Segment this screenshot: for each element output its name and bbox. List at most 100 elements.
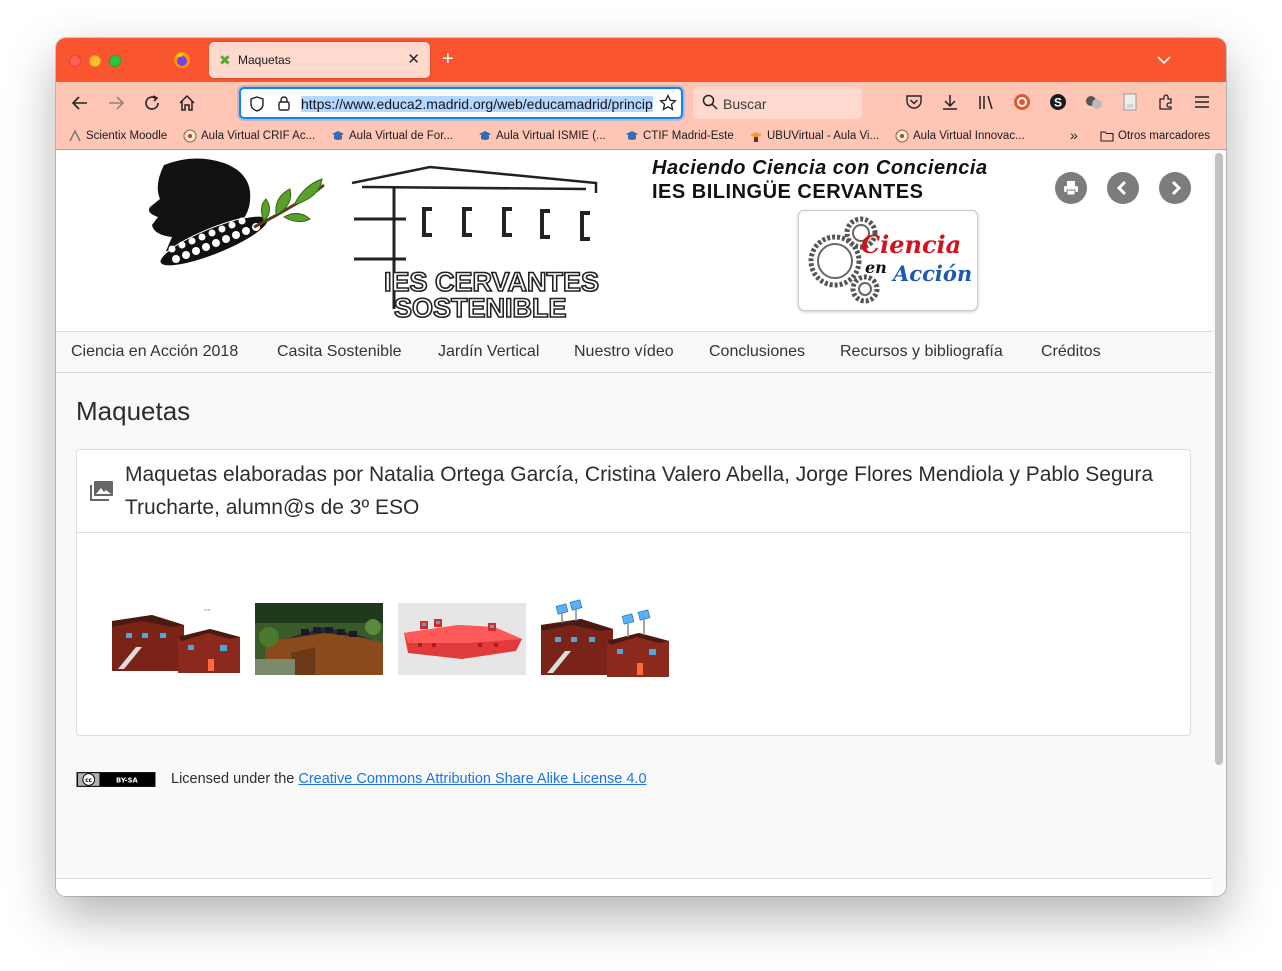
menu-item-casita-sostenible[interactable]: Casita Sostenible (277, 343, 402, 361)
bookmark-star-icon[interactable] (659, 94, 677, 112)
page-extension-button[interactable] (1119, 91, 1141, 113)
maqueta-photo (398, 603, 526, 675)
bookmark-other-folder[interactable]: Otros marcadores (1100, 129, 1210, 143)
downloads-button[interactable] (939, 91, 961, 113)
document-icon (1123, 93, 1137, 111)
previous-page-button[interactable] (1107, 172, 1139, 204)
menu-item-conclusiones[interactable]: Conclusiones (709, 343, 805, 361)
url-text[interactable]: https://www.educa2.madrid.org/web/educam… (301, 95, 653, 113)
page-content: IES CERVANTES SOSTENIBLE Haciendo Cienci… (56, 151, 1212, 896)
chevron-down-icon[interactable] (1154, 50, 1174, 70)
bookmark-scientix[interactable]: Scientix Moodle (68, 129, 167, 143)
menu-item-ciencia-accion[interactable]: Ciencia en Acción 2018 (71, 343, 238, 361)
lock-icon[interactable] (277, 95, 291, 112)
search-placeholder: Buscar (723, 96, 767, 112)
balls-extension-icon (1086, 96, 1102, 109)
close-tab-icon[interactable]: ✕ (407, 50, 420, 68)
license-prefix: Licensed under the (171, 771, 295, 787)
ies-cervantes-sostenible-logo[interactable]: IES CERVANTES SOSTENIBLE (346, 159, 646, 319)
thumbnail-maqueta-2[interactable] (255, 603, 383, 675)
menu-item-jardin-vertical[interactable]: Jardín Vertical (438, 343, 539, 361)
pocket-icon (906, 95, 922, 109)
thumbnail-maqueta-3[interactable] (398, 603, 526, 675)
scrollbar-thumb[interactable] (1215, 153, 1223, 765)
bookmark-ismie[interactable]: Aula Virtual ISMIE (... (478, 129, 606, 143)
duckduckgo-extension-button[interactable] (1011, 91, 1033, 113)
ciencia-en-accion-logo[interactable]: Ciencia en Acción (798, 210, 978, 311)
slogan-line2: IES BILINGÜE CERVANTES (652, 181, 924, 203)
forward-button[interactable] (104, 91, 128, 115)
minimize-window-button[interactable] (89, 55, 101, 67)
url-bar[interactable]: https://www.educa2.madrid.org/web/educam… (239, 87, 683, 119)
arrow-right-icon (109, 96, 125, 110)
navigation-toolbar: https://www.educa2.madrid.org/web/educam… (56, 82, 1226, 124)
graduation-cap-icon (479, 131, 491, 140)
back-button[interactable] (68, 91, 92, 115)
print-button[interactable] (1055, 172, 1087, 204)
license-link[interactable]: Creative Commons Attribution Share Alike… (298, 771, 646, 787)
search-bar[interactable]: Buscar (693, 87, 862, 119)
menu-item-creditos[interactable]: Créditos (1041, 343, 1101, 361)
site-menu: Ciencia en Acción 2018 Casita Sostenible… (56, 331, 1212, 373)
gallery-title: Maquetas elaboradas por Natalia Ortega G… (125, 463, 1153, 519)
bookmark-label: Scientix Moodle (86, 130, 168, 142)
library-button[interactable] (975, 91, 997, 113)
graduation-cap-icon (626, 131, 638, 140)
more-bookmarks-icon[interactable]: » (1070, 127, 1078, 143)
bookmark-ubuvirtual[interactable]: UBUVirtual - Aula Vi... (749, 129, 879, 143)
bookmark-label: Aula Virtual ISMIE (... (496, 130, 606, 142)
menu-item-recursos[interactable]: Recursos y bibliografía (840, 343, 1003, 361)
home-button[interactable] (175, 91, 199, 115)
thumbnail-maqueta-4[interactable] (541, 599, 669, 679)
shield-icon[interactable] (249, 96, 265, 112)
crif-icon (895, 129, 909, 143)
chevron-left-icon (1116, 180, 1127, 196)
tab-strip: ✖ Maquetas ✕ + (56, 38, 1226, 82)
bookmark-label: Aula Virtual Innovac... (913, 130, 1025, 142)
license-notice: cc BY-SA Licensed under the Creative Com… (76, 771, 647, 787)
folder-icon (1100, 131, 1114, 142)
svg-text:≈≈: ≈≈ (204, 607, 211, 612)
menu-button[interactable] (1191, 91, 1213, 113)
bookmark-label: Aula Virtual de For... (349, 130, 453, 142)
s-extension-button[interactable]: S (1047, 91, 1069, 113)
hamburger-icon (1195, 96, 1209, 108)
bookmark-label: CTIF Madrid-Este (643, 130, 734, 142)
extension-button[interactable] (1083, 91, 1105, 113)
new-tab-button[interactable]: + (442, 48, 454, 71)
tab-maquetas[interactable]: ✖ Maquetas ✕ (209, 42, 430, 78)
cervantes-head-logo[interactable] (144, 155, 334, 273)
footer (56, 879, 1212, 896)
menu-item-nuestro-video[interactable]: Nuestro vídeo (574, 343, 674, 361)
maqueta-photo (541, 599, 669, 679)
bookmark-ctif[interactable]: CTIF Madrid-Este (625, 129, 734, 143)
page-title: Maquetas (76, 396, 191, 426)
maqueta-photo: ≈≈ (112, 603, 240, 675)
printer-icon (1064, 181, 1078, 196)
site-header: IES CERVANTES SOSTENIBLE Haciendo Cienci… (56, 151, 1212, 331)
svg-text:S: S (1054, 96, 1062, 110)
crif-icon (183, 129, 197, 143)
graduation-cap-icon (332, 131, 344, 140)
zoom-window-button[interactable] (109, 55, 121, 67)
thumbnail-maqueta-1[interactable]: ≈≈ (112, 603, 240, 675)
maqueta-photo (255, 603, 383, 675)
firefox-view-icon[interactable] (173, 51, 191, 69)
extensions-button[interactable] (1155, 91, 1177, 113)
bookmark-innovacion[interactable]: Aula Virtual Innovac... (895, 129, 1025, 143)
scientix-icon (69, 129, 81, 142)
cc-badge-label: BY-SA (116, 776, 138, 784)
gallery-panel: Maquetas elaboradas por Natalia Ortega G… (76, 449, 1191, 736)
gears-icon: Ciencia en Acción (808, 216, 972, 304)
pocket-button[interactable] (903, 91, 925, 113)
bookmark-aula-formacion[interactable]: Aula Virtual de For... (331, 129, 453, 143)
bookmark-crif[interactable]: Aula Virtual CRIF Ac... (183, 129, 315, 143)
reload-button[interactable] (140, 91, 164, 115)
ubu-icon (750, 132, 762, 142)
s-extension-icon: S (1050, 94, 1066, 110)
logo-text-line2: SOSTENIBLE (394, 293, 567, 319)
close-window-button[interactable] (69, 55, 81, 67)
next-page-button[interactable] (1159, 172, 1191, 204)
cc-by-sa-badge[interactable]: cc BY-SA (76, 771, 156, 787)
accion-text: Acción (891, 261, 972, 286)
